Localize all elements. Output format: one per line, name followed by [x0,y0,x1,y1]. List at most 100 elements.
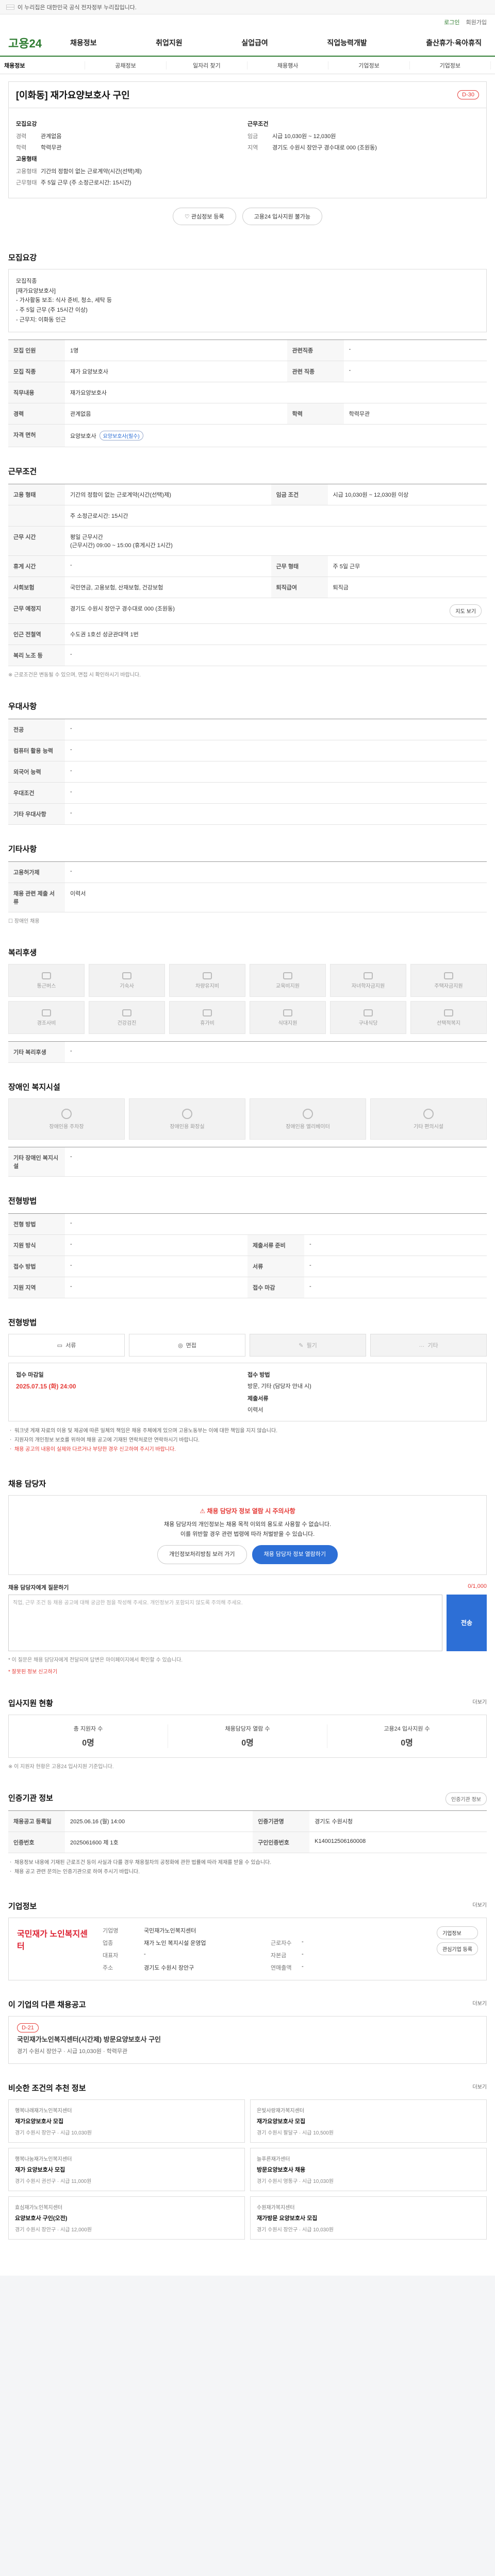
inquiry-textarea[interactable]: 직업, 근무 조건 등 채용 공고에 대해 궁금한 점을 작성해 주세요. 개인… [8,1594,442,1651]
welfare-label: 기숙사 [120,983,134,989]
welfare-label: 휴가비 [200,1020,214,1026]
subnav-item-0[interactable]: 채용정보 [4,61,86,70]
table-row: 근무 시간 평일 근무시간 (근무시간) 09:00 ~ 15:00 (휴게시간 … [8,526,487,556]
login-link[interactable]: 로그인 [444,18,459,26]
cell-key: 전형 방법 [8,1213,65,1235]
cell-value: 경기도 수원시청 [309,1810,487,1832]
welfare-label: 교육비지원 [276,983,300,989]
method-label: 필기 [306,1343,317,1349]
report-link[interactable]: * 잘못된 정보 신고하기 [8,1667,487,1679]
apply-button[interactable]: 고용24 입사지원 불가능 [242,208,323,225]
similar-card[interactable]: 행복나래재가노인복지센터 재가요양보호사 모집 경기 수원시 장안구 · 시급 10… [8,2099,245,2143]
cell-key: 모집 직종 [8,361,65,383]
gnb-item-support[interactable]: 취업지원 [151,38,188,48]
applystat-title: 입사지원 현황 더보기 [8,1698,487,1708]
company-value: - [302,1951,304,1957]
company-info-button[interactable]: 기업정보 [437,1926,478,1939]
applystat-title-text: 입사지원 현황 [8,1699,53,1708]
workcond-note: ※ 근로조건은 변동될 수 있으며, 면접 시 확인하시기 바랍니다. [8,672,141,679]
related-job-card[interactable]: D-21 국민재가노인복지센터(시간제) 방문요양보호사 구인 경기 수원시 장… [8,2015,487,2064]
related-job-meta: 경기 수원시 장안구 · 시급 10,030원 · 학력무관 [17,2048,128,2055]
company-key: 주소 [103,1964,113,1971]
site-logo[interactable]: 고용24 [8,35,65,51]
place-key: 지역 [248,145,258,151]
cell-value: 평일 근무시간 (근무시간) 09:00 ~ 15:00 (휴게시간 1시간) [65,526,487,556]
method-list: ▭ 서류 ◎ 면접 ✎ 필기 … 기타 [8,1334,487,1357]
similar-card[interactable]: 늘푸른재가센터 방문요양보호사 채용 경기 수원시 영통구 · 시급 10,030원 [250,2147,487,2191]
similar-card[interactable]: 행복나눔재가노인복지센터 재가 요양보호사 모집 경기 수원시 권선구 · 시급 1… [8,2147,245,2191]
bullet-item: ㆍ 채용정보 내용에 기재된 근로조건 등이 사실과 다를 경우 채용절차의 공… [8,1859,272,1866]
map-button[interactable]: 지도 보기 [450,604,482,618]
etc-icon: … [419,1342,425,1349]
institution-section: 인증기관 정보 인증기관 정보 채용공고 등록일 2025.06.16 (월) 14… [0,1779,495,1887]
join-link[interactable]: 회원가입 [466,18,487,26]
gnb-item-benefit[interactable]: 실업급여 [236,38,273,48]
subnav-item-3[interactable]: 채용행사 [248,61,329,70]
welfare-item: 식대지원 [250,1001,326,1035]
company-key: 기업명 [103,1927,119,1934]
welfare-item: 기숙사 [89,964,165,997]
cell-value: 이력서 [65,883,487,913]
company-more-link[interactable]: 더보기 [472,1901,487,1908]
card-title: 재가요양보호사 모집 [15,2118,64,2125]
car-icon [203,972,212,979]
cell-key: 전공 [8,719,65,741]
docs-label: 제출서류 [248,1396,269,1402]
gnb-item-training[interactable]: 직업능력개발 [322,38,372,48]
prefer-table: 전공 - 컴퓨터 활용 능력 - 외국어 능력 - 우대조건 - 기타 우대사항 - [8,719,487,825]
inquiry-send-button[interactable]: 전송 [447,1594,487,1651]
bullet-item: ㆍ 워크넷 게재 자료의 이용 및 제공에 따른 일체의 책임은 채용 주체에게… [8,1428,277,1434]
recruit-label: 모집요강 [16,121,37,127]
similar-card[interactable]: 효심재가노인복지센터 요양보호사 구인(오전) 경기 수원시 장안구 · 시급 12… [8,2196,245,2240]
company-box: 국민재가 노인복지센터 기업명 국민재가노인복지센터 업종 재가 노인 복지시설 운… [8,1917,487,1980]
applystat-more-link[interactable]: 더보기 [472,1698,487,1705]
similar-more-link[interactable]: 더보기 [472,2082,487,2090]
parking-icon [61,1108,72,1119]
subnav-item-2[interactable]: 일자리 찾기 [167,61,248,70]
company-value: - [302,1938,304,1945]
cell-key: 인증기관명 [253,1810,310,1832]
career-key: 경력 [16,133,27,140]
place-value: 경기도 수원시 장안구 경수대로 000 (조원동) [272,145,377,151]
cell-key: 고용 형태 [8,484,65,506]
cell-value: - [304,1277,487,1299]
gov-notice-bar: 이 누리집은 대한민국 공식 전자정부 누리집입니다. [0,0,495,14]
view-contact-button[interactable]: 채용 담당자 정보 열람하기 [252,1545,338,1564]
gift-icon [42,1009,51,1016]
welfare-label: 구내식당 [358,1020,378,1026]
method-label: 면접 [186,1343,196,1349]
scrap-button[interactable]: ♡ 관심정보 등록 [172,208,236,225]
card-meta: 경기 수원시 장안구 · 시급 10,030원 [257,2227,334,2233]
cell-key: 채용 관련 제출 서류 [8,883,65,913]
stat-label: 고용24 입사지원 수 [384,1725,430,1732]
similar-card[interactable]: 은빛사랑재가복지센터 재가요양보호사 모집 경기 수원시 팔달구 · 시급 10,5… [250,2099,487,2143]
privacy-policy-button[interactable]: 개인정보처리방침 보러 가기 [157,1545,247,1564]
contact-box: ⚠ 채용 담당자 정보 열람 시 주의사항 채용 담당자의 개인정보는 채용 목… [8,1495,487,1575]
disabled-hire-check[interactable]: ☐ 장애인 채용 [8,912,487,928]
institution-button[interactable]: 인증기관 정보 [446,1792,487,1805]
card-title: 재가방문 요양보호사 모집 [257,2215,318,2222]
applystat-section: 입사지원 현황 더보기 총 지원자 수 0명 채용담당자 열람 수 0명 고용24 입… [0,1684,495,1779]
subnav-item-4[interactable]: 기업정보 [328,61,410,70]
notice-bullets: ㆍ 워크넷 게재 자료의 이용 및 제공에 따른 일체의 책임은 채용 주체에게… [8,1421,487,1460]
related-more-link[interactable]: 더보기 [472,1999,487,2007]
similar-card[interactable]: 수원재가복지센터 재가방문 요양보호사 모집 경기 수원시 장안구 · 시급 10,… [250,2196,487,2240]
screening-table: 전형 방법 - 지원 방식 - 제출서류 준비 - 접수 방법 - 서류 - 지원 지역 - 접수… [8,1213,487,1299]
company-follow-button[interactable]: 관심기업 등록 [437,1942,478,1955]
emp-key-2: 근무형태 [16,180,37,186]
subnav-item-5[interactable]: 기업정보 [410,61,491,70]
table-row: 채용 관련 제출 서류 이력서 [8,883,487,913]
gnb-item-jobs[interactable]: 채용정보 [65,38,102,48]
screening-title: 전형방법 [8,1197,37,1206]
card-title: 방문요양보호사 채용 [257,2166,306,2173]
gnb-item-leave[interactable]: 출산휴가·육아휴직 [421,38,487,48]
apply-method-value: 방문, 기타 (담당자 안내 시) [248,1383,311,1390]
recruit-title: 모집요강 [8,253,37,262]
license-tag: 요양보호사(필수) [99,431,143,441]
subnav-item-1[interactable]: 공채정보 [85,61,167,70]
table-row: 기타 우대사항 - [8,803,487,825]
table-row: 복리 노조 등- [8,645,487,667]
workcond-table: 고용 형태 기간의 정함이 없는 근로계약(시간(선택)제) 임금 조건 시급 10,… [8,484,487,667]
cell-key: 지원 방식 [8,1234,65,1257]
company-title-text: 기업정보 [8,1902,37,1911]
